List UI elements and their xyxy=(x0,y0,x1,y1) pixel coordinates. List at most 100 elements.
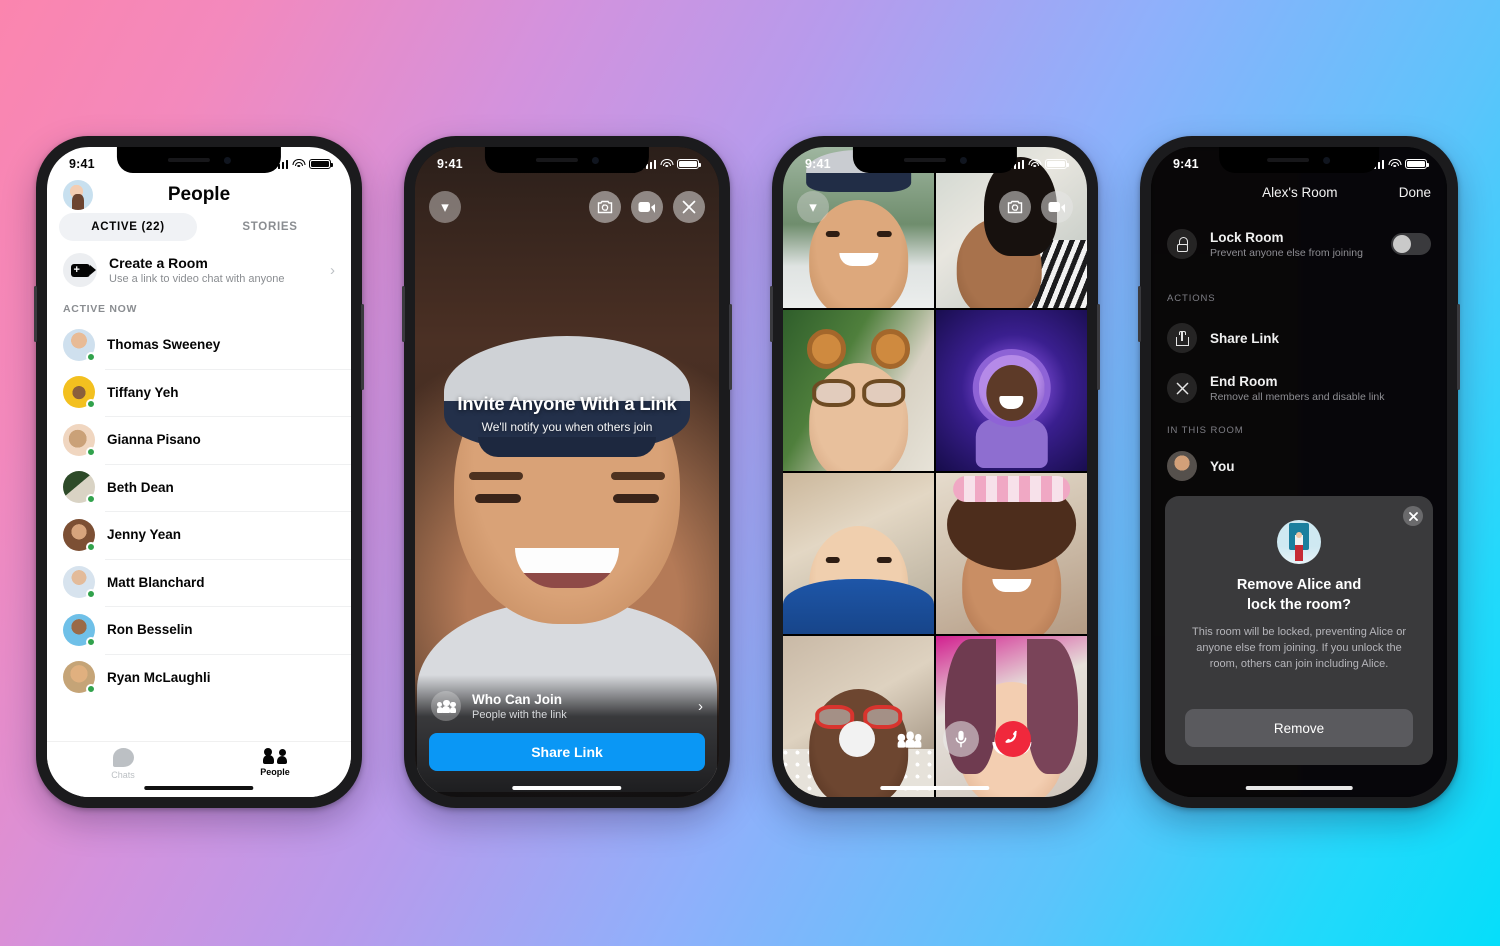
home-indicator[interactable] xyxy=(1245,785,1353,790)
phone-room-settings: 9:41 Alex's Room Done Lock Room Prevent … xyxy=(1138,136,1460,808)
phone1-screen-inner: 9:41 People ACTIVE (22) STORIES + Create… xyxy=(47,147,351,797)
share-link-row[interactable]: Share Link xyxy=(1151,323,1447,353)
nav-item-chats[interactable]: Chats xyxy=(47,748,199,780)
chevron-right-icon: › xyxy=(330,261,335,279)
home-indicator[interactable] xyxy=(880,785,990,790)
person-name: Thomas Sweeney xyxy=(107,337,221,353)
status-time: 9:41 xyxy=(437,157,463,171)
share-link-button[interactable]: Share Link xyxy=(429,733,705,771)
status-time: 9:41 xyxy=(69,157,95,171)
wifi-icon xyxy=(292,159,305,169)
group-icon xyxy=(431,691,461,721)
participant-tile[interactable] xyxy=(783,310,934,471)
done-button[interactable]: Done xyxy=(1399,185,1431,200)
list-item[interactable]: Matt Blanchard xyxy=(47,558,351,607)
person-name: Matt Blanchard xyxy=(107,574,205,590)
earpiece-speaker xyxy=(903,158,946,162)
lock-room-toggle[interactable] xyxy=(1391,233,1431,255)
tab-active[interactable]: ACTIVE (22) xyxy=(59,213,197,241)
avatar xyxy=(1167,451,1197,481)
people-icon xyxy=(263,748,287,764)
member-row-you[interactable]: You xyxy=(1151,451,1447,481)
front-camera xyxy=(223,156,231,164)
earpiece-speaker xyxy=(1267,158,1310,162)
settings-header: Alex's Room Done xyxy=(1151,185,1447,200)
list-item[interactable]: Tiffany Yeh xyxy=(47,368,351,417)
battery-icon xyxy=(309,159,333,169)
nav-label-people: People xyxy=(260,767,290,777)
share-link-title: Share Link xyxy=(1210,330,1280,346)
earpiece-speaker xyxy=(167,158,210,162)
participant-grid xyxy=(783,147,1087,797)
chevron-down-icon[interactable]: ▾ xyxy=(429,191,461,223)
create-room-text: Create a Room Use a link to video chat w… xyxy=(109,255,318,285)
home-indicator[interactable] xyxy=(144,785,254,790)
status-time: 9:41 xyxy=(805,157,831,171)
microphone-icon[interactable] xyxy=(943,721,979,757)
tab-stories[interactable]: STORIES xyxy=(201,213,339,241)
list-item[interactable]: Ron Besselin xyxy=(47,606,351,654)
wifi-icon xyxy=(1388,159,1401,169)
avatar xyxy=(63,518,96,552)
nav-item-people[interactable]: People xyxy=(199,748,351,777)
person-name: Gianna Pisano xyxy=(107,432,201,448)
create-room-title: Create a Room xyxy=(109,255,208,271)
avatar xyxy=(63,566,96,600)
lock-room-subtitle: Prevent anyone else from joining xyxy=(1210,246,1363,259)
close-icon[interactable] xyxy=(673,191,705,223)
participant-tile[interactable] xyxy=(783,473,934,634)
add-people-icon[interactable] xyxy=(891,721,927,757)
people-list: Thomas Sweeney Tiffany Yeh Gianna Pisano xyxy=(47,321,351,701)
avatar[interactable] xyxy=(63,180,93,210)
earpiece-speaker xyxy=(535,158,578,162)
list-item[interactable]: Jenny Yean xyxy=(47,511,351,559)
who-can-join-subtitle: People with the link xyxy=(472,708,567,721)
person-at-door-illustration xyxy=(1277,520,1321,565)
chevron-down-icon[interactable]: ▾ xyxy=(797,191,829,223)
flip-camera-icon[interactable] xyxy=(589,191,621,223)
flip-camera-icon[interactable] xyxy=(999,191,1031,223)
phone2-screen-inner: 9:41 ▾ Invite Anyone With a Link We'll n… xyxy=(415,147,719,797)
lock-room-row[interactable]: Lock Room Prevent anyone else from joini… xyxy=(1151,229,1447,259)
end-call-icon[interactable] xyxy=(995,721,1031,757)
modal-title-line1: Remove Alice and xyxy=(1236,577,1362,594)
device-notch-2 xyxy=(484,147,650,173)
list-item[interactable]: Gianna Pisano xyxy=(47,416,351,464)
close-circle-icon xyxy=(1167,373,1197,403)
avatar xyxy=(63,613,96,647)
wifi-icon xyxy=(660,159,673,169)
battery-icon xyxy=(1045,159,1069,169)
device-notch-3 xyxy=(852,147,1018,173)
participant-tile[interactable] xyxy=(936,310,1087,471)
online-status-dot xyxy=(86,636,96,647)
section-active-now: ACTIVE NOW xyxy=(63,303,138,315)
create-room-subtitle: Use a link to video chat with anyone xyxy=(109,273,285,285)
effects-icon[interactable] xyxy=(839,721,875,757)
modal-body: This room will be locked, preventing Ali… xyxy=(1192,626,1406,671)
video-camera-icon[interactable] xyxy=(631,191,663,223)
person-name: Ron Besselin xyxy=(107,622,193,638)
call-control-bar xyxy=(783,721,1087,757)
who-can-join-text: Who Can Join People with the link xyxy=(472,692,687,721)
remove-button[interactable]: Remove xyxy=(1185,709,1413,747)
nav-label-chats: Chats xyxy=(111,770,135,780)
list-item[interactable]: Ryan McLaughli xyxy=(47,653,351,702)
participant-tile[interactable] xyxy=(936,473,1087,634)
phone-people-list: 9:41 People ACTIVE (22) STORIES + Create… xyxy=(34,136,364,808)
video-camera-icon[interactable] xyxy=(1041,191,1073,223)
list-item[interactable]: Thomas Sweeney xyxy=(47,321,351,369)
top-control-bar xyxy=(589,191,705,223)
home-indicator[interactable] xyxy=(512,785,622,790)
section-in-this-room: IN THIS ROOM xyxy=(1167,425,1244,436)
list-item[interactable]: Beth Dean xyxy=(47,463,351,512)
online-status-dot xyxy=(86,494,96,505)
who-can-join-row[interactable]: Who Can Join People with the link › xyxy=(429,687,705,733)
close-icon[interactable] xyxy=(1403,506,1423,527)
chat-bubble-icon xyxy=(112,748,134,767)
end-room-row[interactable]: End Room Remove all members and disable … xyxy=(1151,373,1447,403)
invite-headline: Invite Anyone With a Link xyxy=(457,393,677,414)
participant-tile[interactable] xyxy=(783,636,934,797)
avatar xyxy=(63,661,96,695)
participant-tile[interactable] xyxy=(936,636,1087,797)
create-room-row[interactable]: + Create a Room Use a link to video chat… xyxy=(47,243,351,299)
